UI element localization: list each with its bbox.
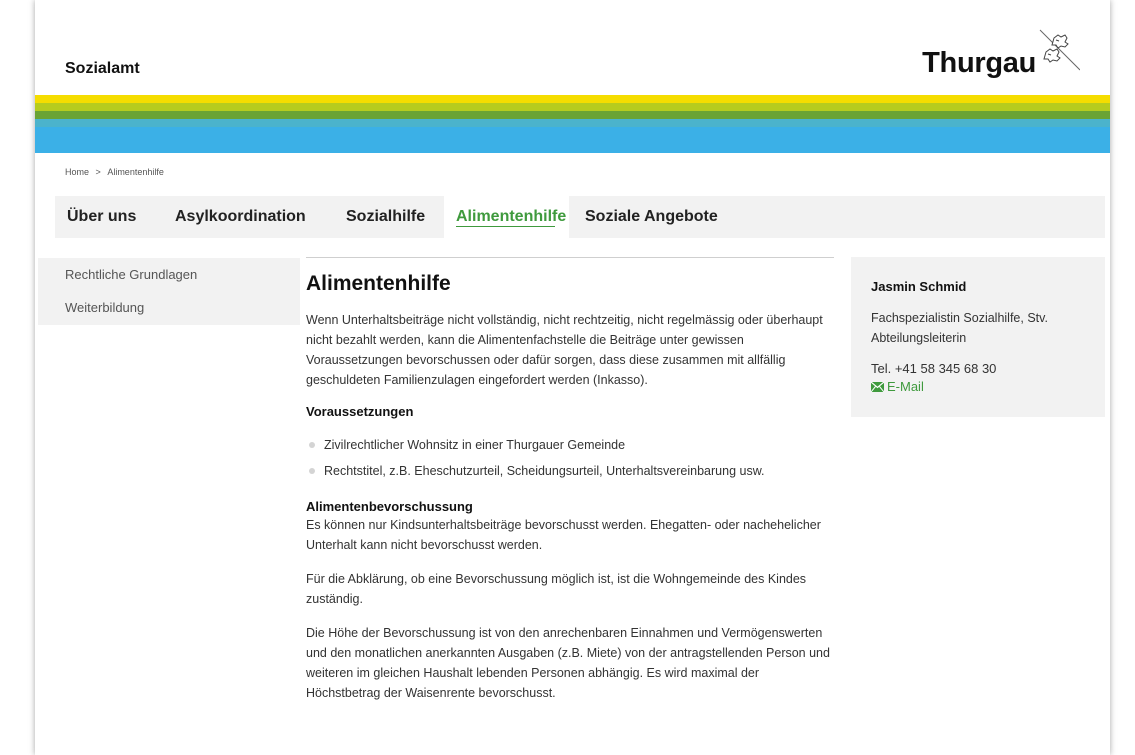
nav-item-asylkoordination[interactable]: Asylkoordination (163, 196, 324, 238)
main-content: Alimentenhilfe Wenn Unterhaltsbeiträge n… (306, 257, 834, 717)
nav-item-sozialhilfe[interactable]: Sozialhilfe (334, 196, 434, 238)
page: Sozialamt Thurgau Home > Alimentenhilfe (0, 0, 1135, 755)
contact-email-label: E-Mail (887, 379, 924, 394)
requirements-list: Zivilrechtlicher Wohnsitz in einer Thurg… (306, 435, 834, 481)
nav-item-label: Alimentenhilfe (456, 208, 567, 225)
contact-name: Jasmin Schmid (871, 279, 967, 294)
contact-box: Jasmin Schmid Fachspezialistin Sozialhil… (851, 257, 1105, 417)
bullet-icon (309, 468, 315, 474)
header: Sozialamt Thurgau (35, 0, 1110, 95)
browser-page-frame: Sozialamt Thurgau Home > Alimentenhilfe (35, 0, 1110, 755)
breadcrumb: Home > Alimentenhilfe (65, 167, 164, 177)
logo-text: Thurgau (922, 47, 1036, 79)
stripe-blue (35, 127, 1110, 153)
envelope-icon (871, 382, 884, 392)
nav-item-ueber-uns[interactable]: Über uns (55, 196, 152, 238)
page-title: Alimentenhilfe (306, 272, 451, 295)
stripe-lime (35, 103, 1110, 111)
section-heading-voraussetzungen: Voraussetzungen (306, 404, 414, 419)
stripe-yellow (35, 95, 1110, 103)
contact-role: Fachspezialistin Sozialhilfe, Stv. Abtei… (871, 311, 1048, 345)
active-underline (456, 226, 555, 227)
contact-phone[interactable]: Tel. +41 58 345 68 30 (871, 360, 1085, 378)
color-stripes (35, 95, 1110, 153)
thurgau-logo[interactable]: Thurgau (922, 28, 1080, 78)
list-item: Zivilrechtlicher Wohnsitz in einer Thurg… (306, 435, 834, 455)
paragraph: Die Höhe der Bevorschussung ist von den … (306, 626, 830, 700)
sidebar-item-rechtliche-grundlagen[interactable]: Rechtliche Grundlagen (38, 258, 300, 291)
list-item-text: Zivilrechtlicher Wohnsitz in einer Thurg… (324, 438, 626, 452)
paragraph: Für die Abklärung, ob eine Bevorschussun… (306, 572, 807, 606)
sidebar-item-weiterbildung[interactable]: Weiterbildung (38, 291, 300, 324)
nav-item-soziale-angebote[interactable]: Soziale Angebote (573, 196, 740, 238)
section-heading-alimentenbevorschussung: Alimentenbevorschussung (306, 499, 473, 514)
divider (306, 257, 834, 258)
paragraph: Es können nur Kindsunterhaltsbeiträge be… (306, 518, 821, 552)
nav-item-alimentenhilfe[interactable]: Alimentenhilfe (444, 196, 569, 238)
breadcrumb-separator: > (95, 167, 101, 177)
coat-of-arms-icon (1039, 29, 1080, 71)
breadcrumb-home[interactable]: Home (65, 167, 89, 177)
list-item: Rechtstitel, z.B. Eheschutzurteil, Schei… (306, 461, 834, 481)
site-title[interactable]: Sozialamt (65, 60, 140, 78)
list-item-text: Rechtstitel, z.B. Eheschutzurteil, Schei… (324, 464, 765, 478)
main-nav: Über uns Asylkoordination Sozialhilfe Al… (55, 196, 1105, 238)
sidebar: Rechtliche Grundlagen Weiterbildung (38, 258, 300, 325)
stripe-green (35, 111, 1110, 119)
bullet-icon (309, 442, 315, 448)
contact-email-link[interactable]: E-Mail (871, 378, 1085, 396)
breadcrumb-current: Alimentenhilfe (107, 167, 164, 177)
intro-paragraph: Wenn Unterhaltsbeiträge nicht vollständi… (306, 313, 823, 387)
stripe-teal (35, 119, 1110, 127)
